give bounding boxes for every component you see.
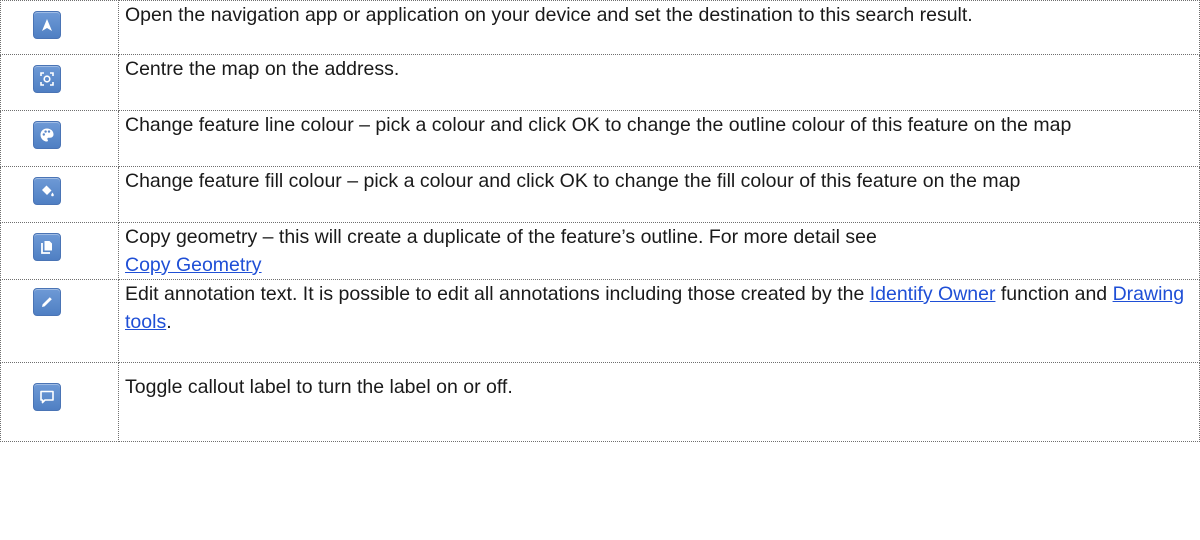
- row-description: Copy geometry – this will create a dupli…: [125, 226, 877, 248]
- table-row: Open the navigation app or application o…: [0, 0, 1200, 55]
- icon-cell: [0, 166, 119, 223]
- tools-table: Open the navigation app or application o…: [0, 0, 1200, 442]
- row-description: Change feature line colour – pick a colo…: [125, 114, 1072, 136]
- icon-cell: [0, 279, 119, 363]
- icon-cell: [0, 54, 119, 111]
- table-row: Copy geometry – this will create a dupli…: [0, 222, 1200, 280]
- row-description: Toggle callout label to turn the label o…: [125, 376, 513, 398]
- row-description: Centre the map on the address.: [125, 58, 400, 80]
- line-colour-button[interactable]: [33, 121, 61, 149]
- icon-cell: [0, 362, 119, 442]
- table-row: Edit annotation text. It is possible to …: [0, 279, 1200, 363]
- table-row: Change feature fill colour – pick a colo…: [0, 166, 1200, 223]
- center-map-button[interactable]: [33, 65, 61, 93]
- description-cell: Change feature fill colour – pick a colo…: [118, 166, 1200, 223]
- callout-label-button[interactable]: [33, 383, 61, 411]
- description-cell: Edit annotation text. It is possible to …: [118, 279, 1200, 363]
- table-row: Centre the map on the address.: [0, 54, 1200, 111]
- fill-bucket-icon: [42, 185, 54, 197]
- icon-cell: [0, 110, 119, 167]
- navigate-icon: [42, 19, 52, 31]
- row-description-middle: function and: [995, 283, 1113, 305]
- description-cell: Centre the map on the address.: [118, 54, 1200, 111]
- table-row: Change feature line colour – pick a colo…: [0, 110, 1200, 167]
- row-description: Edit annotation text. It is possible to …: [125, 283, 870, 305]
- fill-colour-button[interactable]: [33, 177, 61, 205]
- navigate-button[interactable]: [33, 11, 61, 39]
- copy-geometry-icon: [41, 241, 52, 254]
- copy-geometry-button[interactable]: [33, 233, 61, 261]
- icon-cell: [0, 222, 119, 280]
- table-row: Toggle callout label to turn the label o…: [0, 362, 1200, 442]
- line-colour-palette-icon: [40, 128, 54, 142]
- identify-owner-link[interactable]: Identify Owner: [870, 283, 996, 305]
- copy-geometry-link[interactable]: Copy Geometry: [125, 254, 262, 276]
- callout-label-icon: [40, 390, 54, 404]
- row-description: Change feature fill colour – pick a colo…: [125, 170, 1021, 192]
- center-map-icon: [40, 72, 54, 86]
- description-cell: Open the navigation app or application o…: [118, 0, 1200, 55]
- description-cell: Change feature line colour – pick a colo…: [118, 110, 1200, 167]
- edit-pencil-icon: [42, 297, 52, 307]
- edit-annotation-button[interactable]: [33, 288, 61, 316]
- icon-cell: [0, 0, 119, 55]
- description-cell: Copy geometry – this will create a dupli…: [118, 222, 1200, 280]
- row-description-end: .: [166, 311, 172, 333]
- description-cell: Toggle callout label to turn the label o…: [118, 362, 1200, 442]
- row-description: Open the navigation app or application o…: [125, 4, 973, 26]
